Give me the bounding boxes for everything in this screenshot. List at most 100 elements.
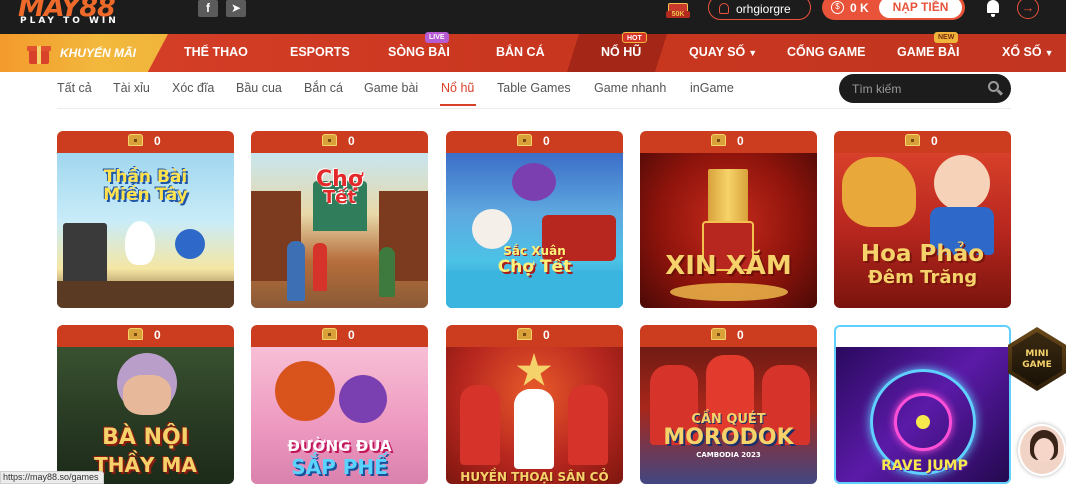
promo-label: KHUYẾN MÃI <box>60 46 137 60</box>
chevron-down-icon: ▼ <box>1044 48 1054 58</box>
balance-widget: $ 0 K NẠP TIỀN <box>822 0 965 20</box>
treasure-chest-icon <box>128 328 143 340</box>
game-card-duong-dua-sap-phe[interactable]: ĐƯỜNG ĐUA SẮP PHẾ 0 <box>251 325 428 484</box>
treasure-chest-icon <box>711 134 726 146</box>
jackpot-bar: 0 <box>57 325 234 347</box>
game-card-morodok[interactable]: CẦN QUÉT MORODOK CAMBODIA 2023 0 <box>640 325 817 484</box>
mini-game-button[interactable]: MINI GAME <box>1004 327 1066 399</box>
game-card-ba-noi-thay-ma[interactable]: BÀ NỘI THẦY MA 0 <box>57 325 234 484</box>
game-thumbnail <box>446 151 623 308</box>
active-tab-indicator <box>440 104 476 106</box>
search-icon[interactable] <box>988 81 1004 96</box>
jackpot-count: 0 <box>737 134 744 148</box>
support-avatar[interactable] <box>1018 424 1066 476</box>
tab-game-nhanh[interactable]: Game nhanh <box>594 81 666 95</box>
game-title-line2: Tết <box>322 187 357 208</box>
game-card-cho-tet[interactable]: Chợ Tết 0 <box>251 131 428 308</box>
tab-no-hu[interactable]: Nổ hũ <box>441 81 474 95</box>
jackpot-count: 0 <box>931 134 938 148</box>
game-title-line2: MORODOK <box>663 425 794 450</box>
deposit-button[interactable]: NẠP TIỀN <box>879 0 962 18</box>
game-title: Thần Bài <box>103 167 188 187</box>
jackpot-bar: 0 <box>251 131 428 153</box>
hot-badge: HOT <box>622 32 647 43</box>
main-nav: KHUYẾN MÃI THỂ THAO ESPORTS SÒNG BÀI LIV… <box>0 32 1066 72</box>
nav-item-esports[interactable]: ESPORTS <box>290 45 350 59</box>
treasure-chest-icon <box>128 134 143 146</box>
treasure-chest-icon <box>517 134 532 146</box>
balance-amount: 0 K <box>850 1 869 15</box>
tab-ban-ca[interactable]: Bắn cá <box>304 81 343 95</box>
game-title-line2: Miền Tây <box>103 185 188 205</box>
game-title-line2: Đêm Trăng <box>867 267 978 288</box>
user-icon <box>719 3 729 14</box>
treasure-chest-icon <box>517 328 532 340</box>
game-card-sac-xuan-cho-tet[interactable]: Sắc Xuân Chợ Tết 0 <box>446 131 623 308</box>
logout-icon[interactable]: → <box>1017 0 1039 19</box>
user-account-button[interactable]: orhgiorgre <box>708 0 811 20</box>
nav-item-fishing[interactable]: BẮN CÁ <box>496 45 545 59</box>
telegram-icon[interactable]: ➤ <box>226 0 246 17</box>
nav-item-game-portal[interactable]: CỔNG GAME <box>787 45 865 59</box>
jackpot-bar: 0 <box>446 131 623 153</box>
game-title: ĐƯỜNG ĐUA <box>287 437 392 455</box>
coin-icon: $ <box>831 1 844 14</box>
gift-amount: 50K <box>666 11 690 18</box>
nav-item-lottery-spin[interactable]: QUAY SỐ ▼ <box>689 45 757 59</box>
nav-item-casino[interactable]: SÒNG BÀI <box>388 45 450 59</box>
nav-item-slots[interactable]: NỔ HŨ <box>601 45 641 59</box>
game-title-line2: SẮP PHẾ <box>291 455 388 479</box>
tab-tai-xiu[interactable]: Tài xỉu <box>113 81 150 95</box>
game-title: Hoa Phảo <box>860 241 985 267</box>
game-card-rave-jump[interactable]: RAVE JUMP 0 <box>834 325 1011 484</box>
nav-item-label: XỔ SỐ <box>1002 45 1042 59</box>
jackpot-bar: 0 <box>834 131 1011 153</box>
jackpot-count: 0 <box>348 328 355 342</box>
jackpot-count: 0 <box>543 328 550 342</box>
game-subtitle: CAMBODIA 2023 <box>696 451 761 459</box>
jackpot-bar: 0 <box>57 131 234 153</box>
jackpot-bar: 0 <box>640 325 817 347</box>
site-logo[interactable]: MAY88 PLAY TO WIN <box>18 0 158 30</box>
game-title: XIN XĂM <box>665 251 792 281</box>
jackpot-count: 0 <box>737 328 744 342</box>
logo-tagline: PLAY TO WIN <box>20 16 119 26</box>
game-title: RAVE JUMP <box>881 458 968 474</box>
jackpot-bar: 0 <box>251 325 428 347</box>
chevron-down-icon: ▼ <box>748 48 758 58</box>
game-card-xin-xam[interactable]: XIN XĂM 0 <box>640 131 817 308</box>
game-card-than-bai-mien-tay[interactable]: Thần Bài Miền Tây 0 <box>57 131 234 308</box>
username: orhgiorgre <box>736 2 791 16</box>
mini-game-label: MINI GAME <box>1022 349 1052 370</box>
gift-box-icon[interactable]: 50K <box>665 0 691 20</box>
search-input[interactable]: Tìm kiếm <box>852 82 901 96</box>
game-card-hoa-phao-dem-trang[interactable]: Hoa Phảo Đêm Trăng 0 <box>834 131 1011 308</box>
tab-xoc-dia[interactable]: Xóc đĩa <box>172 81 214 95</box>
nav-item-promotions[interactable]: KHUYẾN MÃI <box>0 34 168 72</box>
tab-ingame[interactable]: inGame <box>690 81 734 95</box>
nav-item-lottery[interactable]: XỔ SỐ ▼ <box>1002 45 1054 59</box>
treasure-chest-icon <box>322 328 337 340</box>
tab-bau-cua[interactable]: Bầu cua <box>236 81 282 95</box>
nav-item-sports[interactable]: THỂ THAO <box>184 45 248 59</box>
treasure-chest-icon <box>711 328 726 340</box>
tab-all[interactable]: Tất cả <box>57 81 92 95</box>
tab-table-games[interactable]: Table Games <box>497 81 571 95</box>
search-box[interactable]: Tìm kiếm <box>839 74 1011 103</box>
nav-item-card-games[interactable]: GAME BÀI <box>897 45 960 59</box>
gift-icon <box>27 41 51 65</box>
nav-item-label: QUAY SỐ <box>689 45 746 59</box>
game-title: Sắc Xuân <box>503 244 566 258</box>
status-bar-url: https://may88.so/games <box>0 471 104 484</box>
jackpot-bar: 0 <box>640 131 817 153</box>
jackpot-count: 0 <box>543 134 550 148</box>
game-card-huyen-thoai-san-co[interactable]: HUYỀN THOẠI SÂN CỎ 0 <box>446 325 623 484</box>
game-title-line2: Chợ Tết <box>497 257 572 277</box>
facebook-icon[interactable]: f <box>198 0 218 17</box>
jackpot-bar: 0 <box>446 325 623 347</box>
top-header: MAY88 PLAY TO WIN f ➤ 50K orhgiorgre $ 0… <box>0 0 1066 34</box>
treasure-chest-icon <box>905 134 920 146</box>
jackpot-count: 0 <box>348 134 355 148</box>
bell-icon[interactable] <box>984 0 1002 18</box>
tab-game-bai[interactable]: Game bài <box>364 81 418 95</box>
